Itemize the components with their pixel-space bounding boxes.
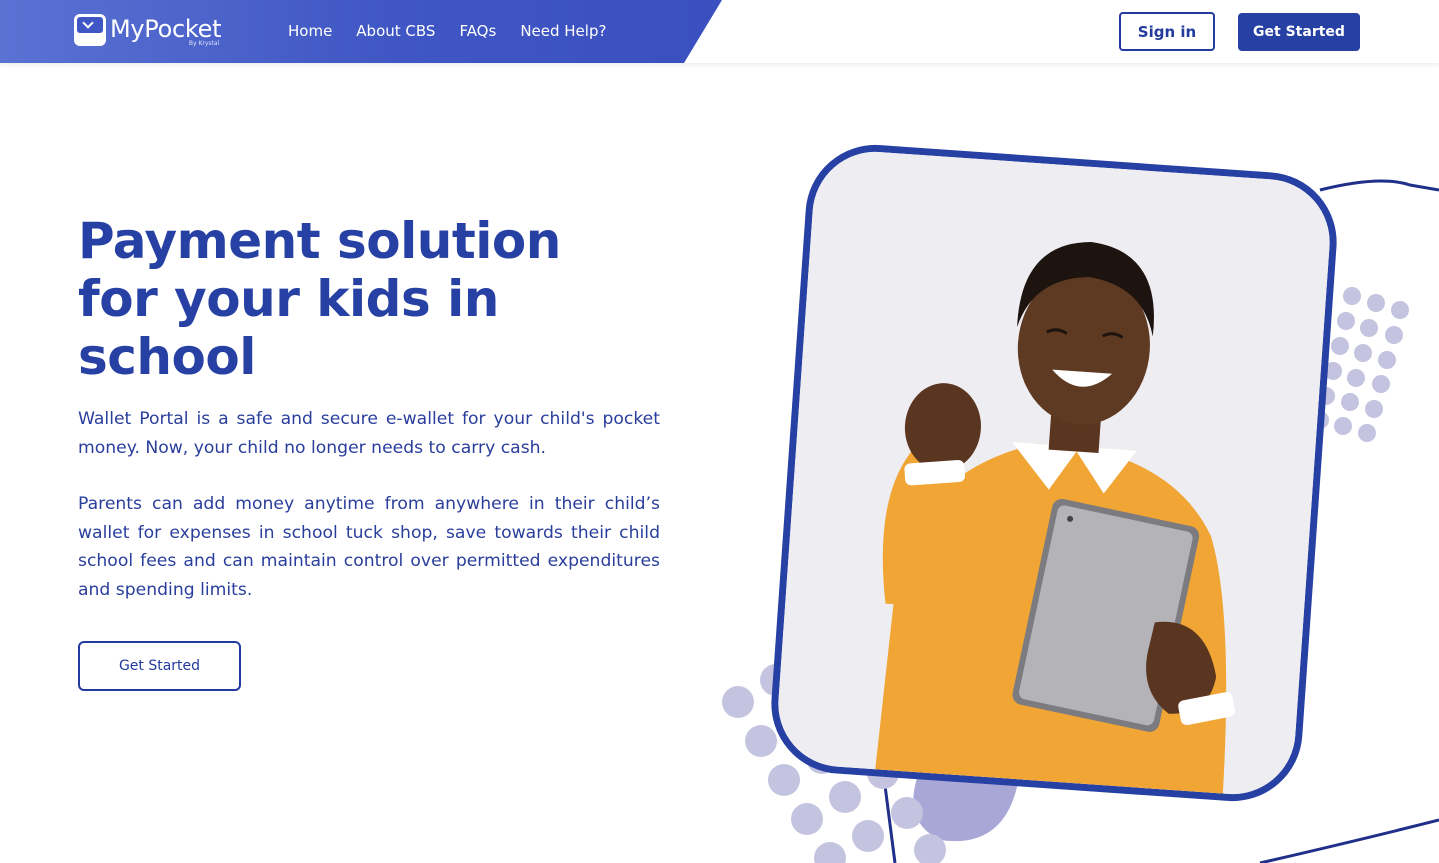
hero-illustration (700, 130, 1439, 863)
student-with-tablet-image (766, 140, 1342, 806)
sign-in-button[interactable]: Sign in (1119, 12, 1215, 51)
hero-get-started-button[interactable]: Get Started (78, 641, 241, 691)
header-get-started-button[interactable]: Get Started (1238, 13, 1360, 51)
nav-item-faqs[interactable]: FAQs (459, 21, 496, 41)
hero-title: Payment solution for your kids in school (78, 212, 561, 386)
nav-item-about-cbs[interactable]: About CBS (356, 21, 435, 41)
hero-paragraph-1: Wallet Portal is a safe and secure e-wal… (78, 409, 660, 458)
brand-byline: By Krystal (188, 40, 220, 47)
nav-item-need-help[interactable]: Need Help? (520, 21, 606, 41)
wallet-logo-icon (74, 14, 106, 46)
brand-logo[interactable]: MyPocket By Krystal (74, 14, 222, 47)
nav-item-home[interactable]: Home (288, 21, 332, 41)
main-nav: Home About CBS FAQs Need Help? (288, 21, 606, 41)
student-photo (766, 140, 1342, 806)
top-header: MyPocket By Krystal Home About CBS FAQs … (0, 0, 1439, 63)
hero-paragraph-2: Parents can add money anytime from anywh… (78, 494, 660, 600)
